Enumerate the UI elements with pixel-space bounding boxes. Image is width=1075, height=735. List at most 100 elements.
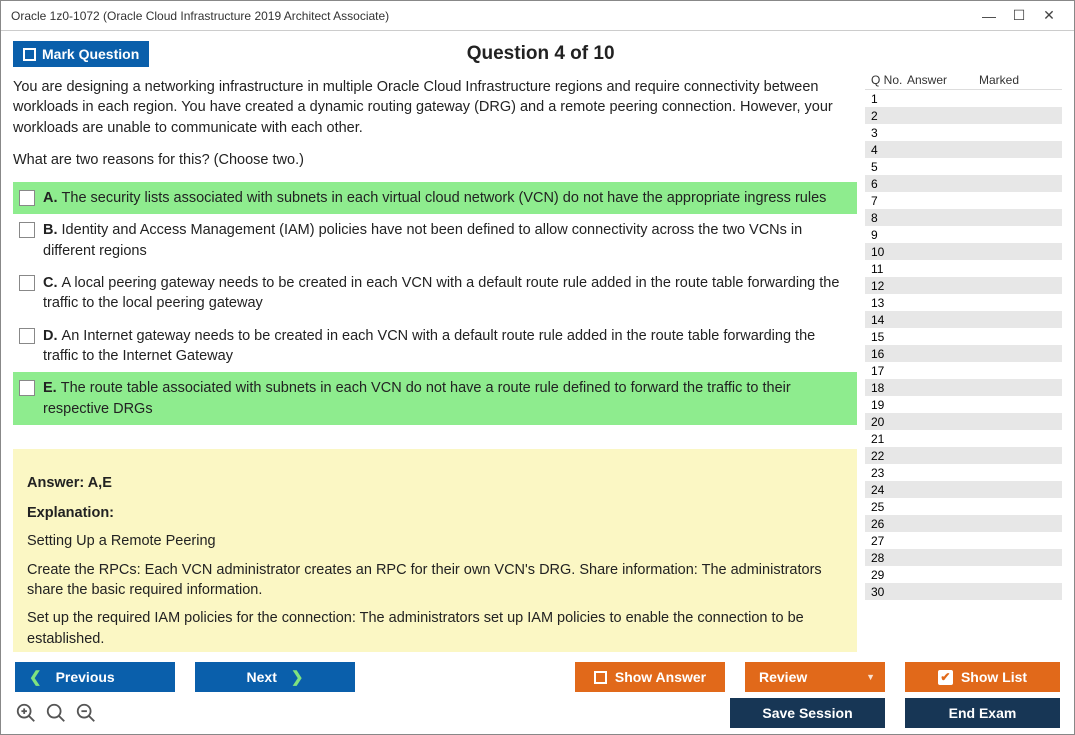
question-list-row[interactable]: 3: [865, 124, 1062, 141]
question-list-row[interactable]: 28: [865, 549, 1062, 566]
bottom-bar: ❮ Previous Next ❯ Show Answer Review ▼ ✔…: [1, 652, 1074, 698]
window-title: Oracle 1z0-1072 (Oracle Cloud Infrastruc…: [11, 9, 974, 23]
content-scroll[interactable]: You are designing a networking infrastru…: [13, 71, 861, 652]
explanation-p2: Create the RPCs: Each VCN administrator …: [27, 560, 843, 601]
option-text: The security lists associated with subne…: [62, 190, 827, 206]
zoom-reset-icon[interactable]: [45, 702, 67, 724]
zoom-out-icon[interactable]: [75, 702, 97, 724]
side-header-answer: Answer: [907, 73, 979, 87]
review-button[interactable]: Review ▼: [745, 662, 885, 692]
option-letter: A.: [43, 190, 62, 206]
option-body: D. An Internet gateway needs to be creat…: [43, 326, 851, 367]
option-E[interactable]: E. The route table associated with subne…: [13, 372, 857, 425]
question-list-row[interactable]: 27: [865, 532, 1062, 549]
minimize-button[interactable]: —: [974, 1, 1004, 31]
side-header-marked: Marked: [979, 73, 1060, 87]
question-list-row[interactable]: 22: [865, 447, 1062, 464]
side-header-qno: Q No.: [867, 73, 907, 87]
question-list-row[interactable]: 29: [865, 566, 1062, 583]
question-list-row[interactable]: 23: [865, 464, 1062, 481]
options-list: A. The security lists associated with su…: [13, 182, 857, 425]
explanation-box: Answer: A,E Explanation: Setting Up a Re…: [13, 449, 857, 652]
mark-checkbox-icon: [23, 48, 36, 61]
review-label: Review: [759, 669, 807, 685]
dropdown-icon: ▼: [866, 672, 875, 682]
question-list-row[interactable]: 2: [865, 107, 1062, 124]
question-list-row[interactable]: 6: [865, 175, 1062, 192]
option-A[interactable]: A. The security lists associated with su…: [13, 182, 857, 214]
question-body: You are designing a networking infrastru…: [13, 71, 857, 142]
square-icon: [594, 671, 607, 684]
option-text: Identity and Access Management (IAM) pol…: [43, 222, 802, 258]
check-icon: ✔: [938, 670, 953, 685]
option-text: The route table associated with subnets …: [43, 380, 791, 416]
option-C[interactable]: C. A local peering gateway needs to be c…: [13, 267, 857, 320]
question-list-row[interactable]: 9: [865, 226, 1062, 243]
option-text: An Internet gateway needs to be created …: [43, 328, 815, 364]
option-checkbox[interactable]: [19, 380, 35, 396]
end-exam-label: End Exam: [949, 705, 1017, 721]
option-letter: C.: [43, 275, 62, 291]
maximize-button[interactable]: ☐: [1004, 1, 1034, 31]
show-list-button[interactable]: ✔ Show List: [905, 662, 1060, 692]
option-body: A. The security lists associated with su…: [43, 188, 851, 208]
question-prompt: What are two reasons for this? (Choose t…: [13, 142, 857, 180]
question-list-row[interactable]: 19: [865, 396, 1062, 413]
question-list-row[interactable]: 1: [865, 90, 1062, 107]
next-button[interactable]: Next ❯: [195, 662, 355, 692]
bottom-bar-2: Save Session End Exam: [1, 698, 1074, 734]
question-list-row[interactable]: 4: [865, 141, 1062, 158]
save-session-button[interactable]: Save Session: [730, 698, 885, 728]
mark-question-button[interactable]: Mark Question: [13, 41, 149, 67]
question-list-row[interactable]: 12: [865, 277, 1062, 294]
question-list-row[interactable]: 7: [865, 192, 1062, 209]
option-checkbox[interactable]: [19, 222, 35, 238]
explanation-p1: Setting Up a Remote Peering: [27, 531, 843, 551]
chevron-left-icon: ❮: [29, 668, 42, 686]
show-answer-label: Show Answer: [615, 669, 706, 685]
option-checkbox[interactable]: [19, 190, 35, 206]
option-letter: E.: [43, 380, 61, 396]
question-list-row[interactable]: 24: [865, 481, 1062, 498]
main-area: You are designing a networking infrastru…: [1, 71, 1074, 652]
question-list-row[interactable]: 30: [865, 583, 1062, 600]
content-column: You are designing a networking infrastru…: [13, 71, 861, 652]
side-panel: Q No. Answer Marked 12345678910111213141…: [865, 71, 1062, 652]
question-list-row[interactable]: 15: [865, 328, 1062, 345]
zoom-in-icon[interactable]: [15, 702, 37, 724]
question-list-row[interactable]: 10: [865, 243, 1062, 260]
end-exam-button[interactable]: End Exam: [905, 698, 1060, 728]
question-list-row[interactable]: 21: [865, 430, 1062, 447]
option-letter: D.: [43, 328, 62, 344]
option-checkbox[interactable]: [19, 275, 35, 291]
answer-line: Answer: A,E: [27, 473, 843, 493]
question-list-row[interactable]: 13: [865, 294, 1062, 311]
option-D[interactable]: D. An Internet gateway needs to be creat…: [13, 320, 857, 373]
question-list-row[interactable]: 14: [865, 311, 1062, 328]
question-list-row[interactable]: 17: [865, 362, 1062, 379]
question-list-row[interactable]: 20: [865, 413, 1062, 430]
question-list[interactable]: 1234567891011121314151617181920212223242…: [865, 89, 1062, 652]
question-list-row[interactable]: 5: [865, 158, 1062, 175]
question-counter: Question 4 of 10: [149, 43, 1062, 65]
previous-button[interactable]: ❮ Previous: [15, 662, 175, 692]
close-button[interactable]: ✕: [1034, 1, 1064, 31]
question-list-row[interactable]: 26: [865, 515, 1062, 532]
save-session-label: Save Session: [762, 705, 852, 721]
option-letter: B.: [43, 222, 62, 238]
question-list-row[interactable]: 11: [865, 260, 1062, 277]
previous-label: Previous: [56, 669, 115, 685]
explanation-p3: Set up the required IAM policies for the…: [27, 608, 843, 649]
next-label: Next: [247, 669, 277, 685]
question-list-row[interactable]: 16: [865, 345, 1062, 362]
option-checkbox[interactable]: [19, 328, 35, 344]
option-B[interactable]: B. Identity and Access Management (IAM) …: [13, 214, 857, 267]
question-list-row[interactable]: 8: [865, 209, 1062, 226]
show-list-label: Show List: [961, 669, 1027, 685]
chevron-right-icon: ❯: [291, 668, 304, 686]
question-list-row[interactable]: 18: [865, 379, 1062, 396]
show-answer-button[interactable]: Show Answer: [575, 662, 725, 692]
side-header: Q No. Answer Marked: [865, 71, 1062, 89]
question-list-row[interactable]: 25: [865, 498, 1062, 515]
mark-question-label: Mark Question: [42, 46, 139, 62]
